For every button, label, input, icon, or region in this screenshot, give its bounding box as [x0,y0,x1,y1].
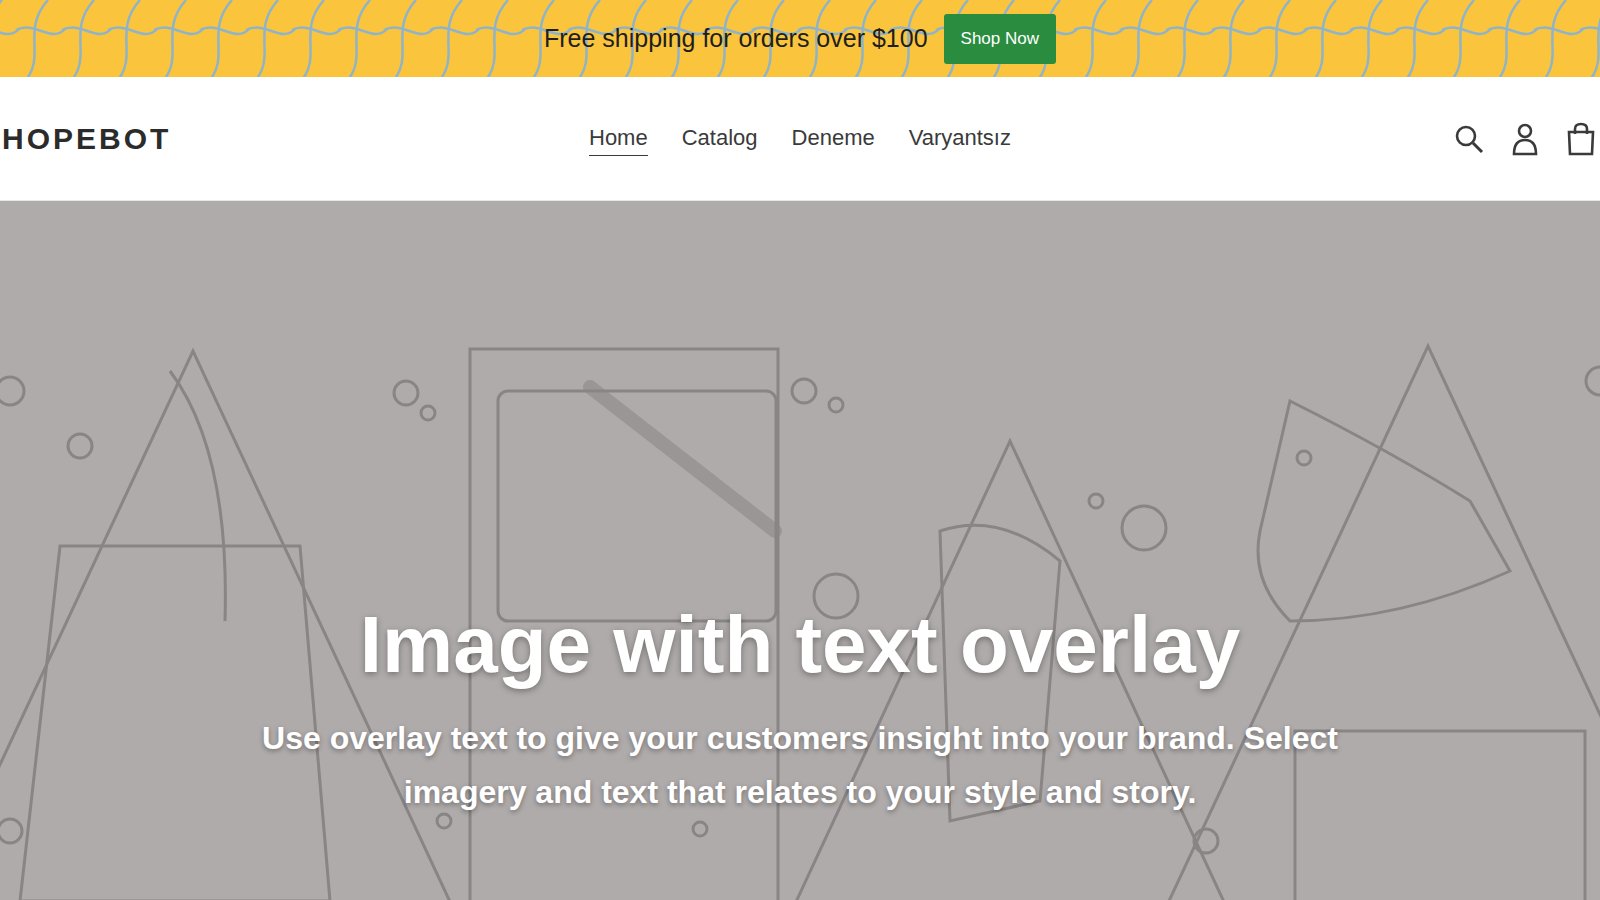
nav-link[interactable]: Deneme [792,121,875,156]
store-logo[interactable]: HOPEBOT [0,122,589,156]
announcement-text: Free shipping for orders over $100 [544,24,928,53]
nav-link[interactable]: Varyantsız [909,121,1011,156]
hero-banner: Image with text overlay Use overlay text … [0,201,1600,900]
nav-link[interactable]: Home [589,121,648,156]
account-icon[interactable] [1510,122,1540,156]
cart-icon[interactable] [1566,122,1596,156]
header-icons [1011,122,1600,156]
shop-now-button[interactable]: Shop Now [944,14,1056,64]
hero-title: Image with text overlay [360,599,1240,691]
hero-text: Use overlay text to give your customers … [245,711,1355,819]
nav-link[interactable]: Catalog [682,121,758,156]
search-icon[interactable] [1454,124,1484,154]
site-header: HOPEBOTHome Catalog Deneme Varyantsız [0,77,1600,201]
announcement-bar: Free shipping for orders over $100 Shop N… [0,0,1600,77]
main-nav: Home Catalog Deneme Varyantsız [589,121,1011,156]
